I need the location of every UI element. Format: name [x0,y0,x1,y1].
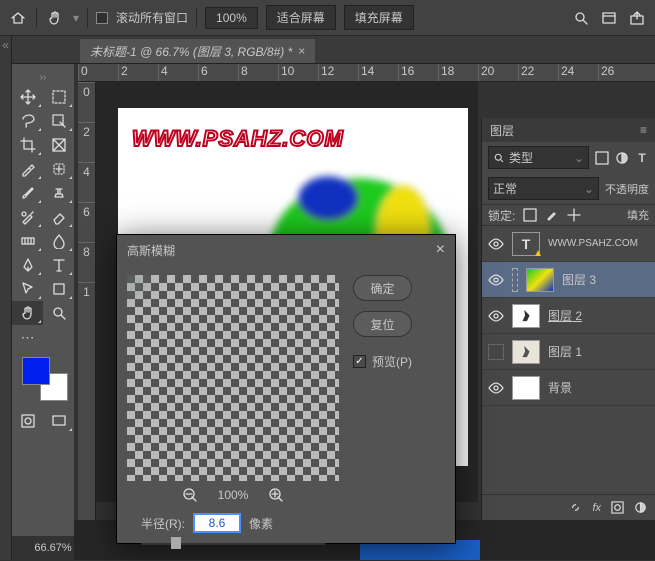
reset-button[interactable]: 复位 [353,311,412,337]
radius-slider[interactable] [141,537,325,551]
history-brush-tool[interactable] [12,205,43,229]
type-tool[interactable] [43,253,74,277]
view-icon[interactable] [599,8,619,28]
visibility-icon[interactable] [488,380,504,396]
zoom-out-icon[interactable] [182,487,198,503]
search-icon[interactable] [571,8,591,28]
document-tabs: 未标题-1 @ 66.7% (图层 3, RGB/8#) * × [0,36,655,64]
fit-screen-button[interactable]: 适合屏幕 [266,5,336,30]
quick-mask-icon[interactable] [12,409,43,433]
eraser-tool[interactable] [43,205,74,229]
move-tool[interactable] [12,85,43,109]
layer-row[interactable]: 背景 [482,370,655,406]
fill-label: 填充 [627,207,649,223]
lock-pixels-icon[interactable] [523,208,537,222]
opacity-label: 不透明度 [605,181,649,197]
lock-brush-icon[interactable] [545,208,559,222]
layer-row[interactable]: 图层 2 [482,298,655,334]
radius-unit: 像素 [249,515,273,532]
text-layer-icon: T▲ [512,232,540,256]
lock-label: 锁定: [488,207,515,224]
mask-link-icon[interactable] [512,268,518,292]
path-select-tool[interactable] [12,277,43,301]
quick-select-tool[interactable] [43,109,74,133]
layer-row[interactable]: 图层 3 [482,262,655,298]
hand-tool[interactable] [12,301,43,325]
radius-input[interactable]: 8.6 [193,513,241,533]
lasso-tool[interactable] [12,109,43,133]
hand-icon[interactable] [45,8,65,28]
layer-thumbnail [512,304,540,328]
frame-tool[interactable] [43,133,74,157]
filter-type-icon[interactable]: T [635,151,649,165]
preview-zoom: 100% [218,488,249,502]
visibility-icon[interactable] [488,272,504,288]
filter-kind-select[interactable]: 类型⌄ [488,146,589,169]
marquee-tool[interactable] [43,85,74,109]
layer-row[interactable]: T▲ WWW.PSAHZ.COM [482,226,655,262]
preview-checkbox[interactable]: ✓ [353,355,366,368]
lock-position-icon[interactable] [567,208,581,222]
gradient-tool[interactable] [12,229,43,253]
filter-image-icon[interactable] [595,151,609,165]
link-layers-icon[interactable] [569,501,582,514]
zoom-level[interactable]: 66.67% [32,542,74,554]
radius-label: 半径(R): [141,515,185,532]
home-icon[interactable] [8,8,28,28]
layer-row[interactable]: 图层 1 [482,334,655,370]
pen-tool[interactable] [12,253,43,277]
toolbox-toggle-icon[interactable]: ›› [12,70,74,85]
mask-icon[interactable] [611,501,624,514]
ruler-horizontal: 02468101214161820222426 [78,64,655,82]
brush-tool[interactable] [12,181,43,205]
close-icon[interactable]: × [436,241,445,259]
layer-thumbnail [512,340,540,364]
layer-thumbnail [512,376,540,400]
zoom-tool[interactable] [43,301,74,325]
eyedropper-tool[interactable] [12,157,43,181]
layers-tab[interactable]: 图层 [490,122,514,139]
visibility-icon[interactable] [488,236,504,252]
visibility-icon[interactable] [488,308,504,324]
layers-panel: 图层 ≡ 类型⌄ T 正常⌄ 不透明度 锁定: 填充 T▲ WWW.PSAHZ.… [481,118,655,520]
scroll-all-checkbox[interactable] [96,12,108,24]
blend-mode-select[interactable]: 正常⌄ [488,177,599,200]
crop-tool[interactable] [12,133,43,157]
zoom-field[interactable]: 100% [205,7,258,29]
layer-thumbnail [526,268,554,292]
shape-tool[interactable] [43,277,74,301]
toolbar: ▾ 滚动所有窗口 100% 适合屏幕 填充屏幕 [0,0,655,36]
toolbox: ›› ⋯ [12,64,74,536]
ok-button[interactable]: 确定 [353,275,412,301]
close-tab-icon[interactable]: × [298,44,305,58]
edit-toolbar-icon[interactable]: ⋯ [12,325,43,349]
foreground-swatch[interactable] [22,357,50,385]
gaussian-blur-dialog: 高斯模糊 × 100% 半径(R): 8.6 [116,234,456,544]
clone-stamp-tool[interactable] [43,181,74,205]
preview[interactable] [127,275,339,481]
panel-menu-icon[interactable]: ≡ [640,123,647,137]
dialog-title: 高斯模糊 [127,242,175,259]
scroll-all-label: 滚动所有窗口 [116,9,188,26]
adjust-icon[interactable] [634,501,647,514]
blur-tool[interactable] [43,229,74,253]
share-icon[interactable] [627,8,647,28]
fill-screen-button[interactable]: 填充屏幕 [344,5,414,30]
visibility-icon[interactable] [488,344,504,360]
healing-tool[interactable] [43,157,74,181]
zoom-in-icon[interactable] [268,487,284,503]
preview-label: 预览(P) [372,353,412,370]
fx-icon[interactable]: fx [592,502,601,514]
filter-adjust-icon[interactable] [615,151,629,165]
color-swatches[interactable] [12,353,74,403]
ruler-vertical: 024681 [78,82,96,520]
document-tab[interactable]: 未标题-1 @ 66.7% (图层 3, RGB/8#) * × [80,39,315,63]
left-strip: « [0,36,12,560]
screen-mode-icon[interactable] [43,409,74,433]
